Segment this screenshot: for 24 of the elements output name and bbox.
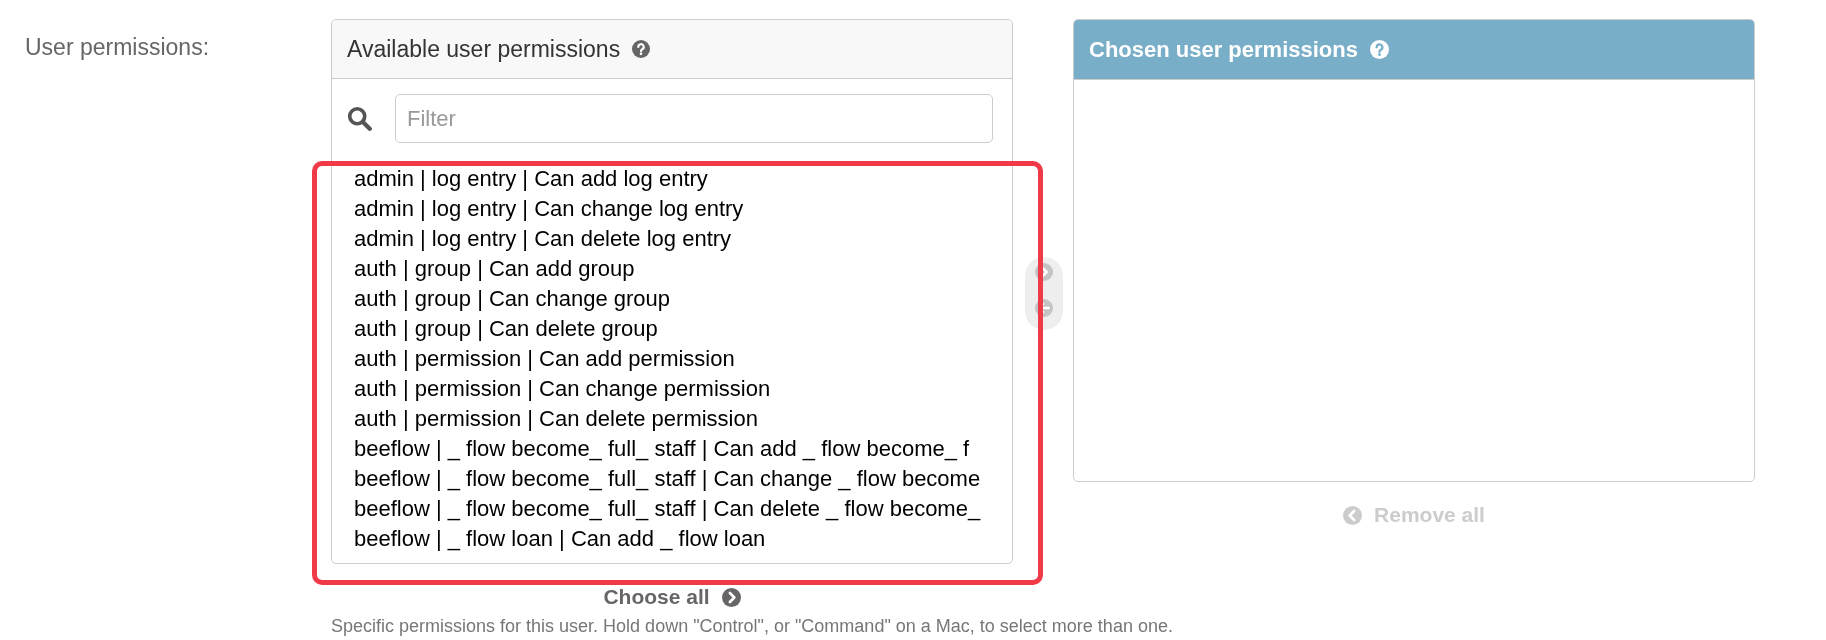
option-item[interactable]: beeflow | _ flow loan | Can add _ flow loan: [332, 524, 1012, 554]
option-item[interactable]: auth | group | Can change group: [332, 284, 1012, 314]
circled-chevron-right-icon: [721, 587, 741, 607]
option-item[interactable]: beeflow | _ flow become_ full_ staff | Can delete _ flow become_: [332, 494, 1012, 524]
help-icon: [1370, 40, 1389, 59]
choose-all-link[interactable]: Choose all: [603, 584, 741, 610]
option-item[interactable]: auth | permission | Can change permission: [332, 374, 1012, 404]
option-item[interactable]: beeflow | _ flow become_ full_ staff | Can add _ flow become_ f: [332, 434, 1012, 464]
help-icon: [632, 40, 651, 58]
option-item[interactable]: admin | log entry | Can add log entry: [332, 164, 1012, 194]
help-text: Specific permissions for this user. Hold down "Control", or "Command" on a Mac, to select more than one.: [331, 616, 1173, 636]
option-item[interactable]: beeflow | _ flow become_ full_ staff | Can change _ flow become: [332, 464, 1012, 494]
search-icon: [347, 106, 372, 131]
option-item[interactable]: admin | log entry | Can change log entry: [332, 194, 1012, 224]
option-item[interactable]: auth | group | Can add group: [332, 254, 1012, 284]
option-item[interactable]: admin | log entry | Can delete log entry: [332, 224, 1012, 254]
filter-field[interactable]: Filter: [395, 94, 993, 143]
panel-title: Available user permissions: [347, 36, 621, 62]
option-item[interactable]: auth | group | Can delete group: [332, 314, 1012, 344]
panel-title: Chosen user permissions: [1089, 36, 1358, 63]
option-item[interactable]: auth | permission | Can delete permission: [332, 404, 1012, 434]
option-item[interactable]: auth | permission | Can add permission: [332, 344, 1012, 374]
circled-chevron-left-icon: [1343, 505, 1363, 525]
field-label: User permissions:: [25, 34, 210, 60]
